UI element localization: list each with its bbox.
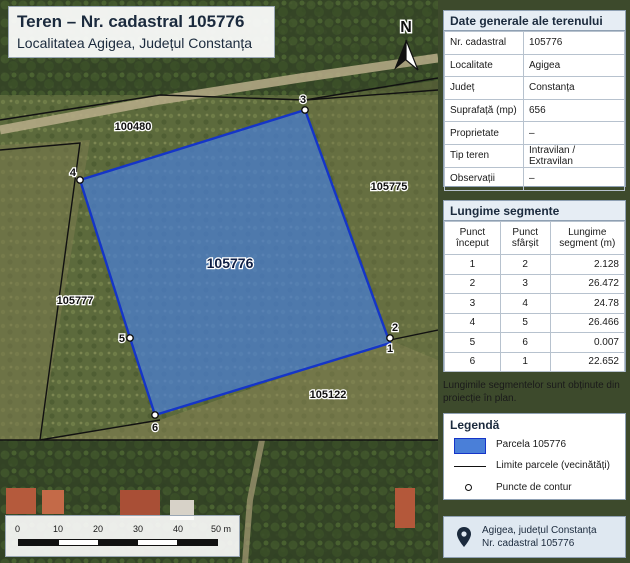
segment-cell: 22.652 (549, 351, 626, 372)
point-label: 1 (387, 343, 393, 355)
scale-bar: 0 10 20 30 40 50 m (5, 515, 240, 557)
neighbour-label: 105777 (57, 295, 94, 307)
location-line: Nr. cadastral 105776 (482, 538, 575, 549)
contour-point[interactable] (301, 106, 309, 114)
segment-cell: 24.78 (549, 293, 626, 314)
segments-heading: Lungime segmente (444, 201, 625, 221)
general-data-key: Județ (444, 76, 524, 100)
general-data-key: Nr. cadastral (444, 31, 524, 55)
legend-swatch-parcel (454, 438, 486, 454)
contour-point[interactable] (151, 411, 159, 419)
scale-tick: 30 (133, 524, 144, 534)
general-data-key: Localitate (444, 53, 524, 78)
contour-point[interactable] (386, 334, 394, 342)
segment-row: 2 3 26.472 (444, 273, 626, 294)
segment-cell: 6 (444, 351, 501, 372)
segment-cell: 2 (499, 254, 551, 275)
general-data-value: 656 (523, 98, 625, 123)
parcel-label: 105776 (207, 255, 254, 271)
segments-col-header: Lungime segment (m) (549, 221, 626, 255)
general-data-value: – (523, 121, 625, 145)
map-subtitle: Localitatea Agigea, Județul Constanța (17, 35, 253, 51)
segment-cell: 1 (444, 254, 501, 275)
segment-cell: 2.128 (549, 254, 626, 275)
segment-cell: 6 (499, 332, 551, 353)
general-data-panel: Date generale ale terenului Nr. cadastra… (443, 10, 626, 191)
general-data-key: Tip teren (444, 143, 524, 168)
segments-table: Punct început Punct sfârșit Lungime segm… (444, 221, 626, 372)
segment-row: 4 5 26.466 (444, 312, 626, 333)
location-pin-icon (457, 527, 471, 547)
segment-row: 1 2 2.128 (444, 254, 626, 275)
segment-row: 3 4 24.78 (444, 293, 626, 314)
neighbour-label: 105122 (310, 389, 347, 401)
neighbour-label: 105775 (371, 181, 408, 193)
general-data-key: Observații (444, 166, 524, 191)
general-data-row: Tip teren Intravilan / Extravilan (444, 143, 625, 168)
segment-cell: 3 (444, 293, 501, 314)
segment-row: 5 6 0.007 (444, 332, 626, 353)
general-data-row: Localitate Agigea (444, 53, 625, 78)
segment-cell: 4 (499, 293, 551, 314)
legend-label: Puncte de contur (496, 482, 572, 493)
segment-cell: 26.466 (549, 312, 626, 333)
location-footer: Agigea, județul Constanța Nr. cadastral … (443, 516, 626, 558)
general-data-value: 105776 (523, 31, 625, 55)
segment-cell: 3 (499, 273, 551, 294)
map-canvas[interactable]: 105776 100480 105775 105777 105122 1 2 3… (0, 0, 438, 563)
segment-cell: 5 (499, 312, 551, 333)
scale-tick: 0 (15, 524, 21, 534)
neighbour-label: 100480 (115, 121, 152, 133)
segments-col-header: Punct sfârșit (499, 221, 551, 255)
segment-cell: 5 (444, 332, 501, 353)
general-data-value: Constanța (523, 76, 625, 100)
segments-col-header: Punct început (444, 221, 501, 255)
segment-cell: 4 (444, 312, 501, 333)
point-label: 6 (152, 422, 158, 434)
legend-heading: Legendă (450, 418, 500, 432)
map-title: Teren – Nr. cadastral 105776 (17, 12, 245, 31)
point-label: 5 (119, 333, 125, 345)
map-title-box: Teren – Nr. cadastral 105776 Localitatea… (8, 6, 275, 58)
point-label: 3 (300, 94, 306, 106)
segment-cell: 26.472 (549, 273, 626, 294)
general-data-value: Agigea (523, 53, 625, 78)
general-data-key: Suprafață (mp) (444, 98, 524, 123)
general-data-key: Proprietate (444, 121, 524, 145)
scale-bar-track (18, 539, 218, 546)
general-data-row: Proprietate – (444, 121, 625, 145)
segment-cell: 0.007 (549, 332, 626, 353)
general-data-value: Intravilan / Extravilan (523, 143, 625, 168)
segment-row: 6 1 22.652 (444, 351, 626, 372)
contour-point[interactable] (126, 334, 134, 342)
segments-note: Lungimile segmentelor sunt obținute din … (443, 380, 620, 404)
legend-label: Parcela 105776 (496, 439, 567, 450)
contour-point[interactable] (76, 176, 84, 184)
legend-label: Limite parcele (vecinătăți) (496, 460, 610, 471)
general-data-heading: Date generale ale terenului (444, 11, 625, 31)
segment-cell: 2 (444, 273, 501, 294)
general-data-row: Județ Constanța (444, 76, 625, 100)
scale-tick: 50 m (211, 524, 232, 534)
legend-swatch-point (465, 484, 472, 491)
scale-tick: 10 (53, 524, 64, 534)
general-data-value: – (523, 166, 625, 191)
scale-tick: 40 (173, 524, 184, 534)
segment-cell: 1 (499, 351, 551, 372)
legend-panel: Legendă Parcela 105776 Limite parcele (v… (443, 413, 626, 500)
general-data-row: Observații – (444, 166, 625, 191)
legend-swatch-boundary (454, 466, 486, 467)
location-line: Agigea, județul Constanța (482, 525, 597, 536)
segments-panel: Lungime segmente Punct început Punct sfâ… (443, 200, 626, 372)
point-label: 4 (70, 167, 77, 179)
general-data-table: Nr. cadastral 105776 Localitate Agigea Județ… (444, 31, 625, 191)
scale-tick: 20 (93, 524, 104, 534)
point-label: 2 (392, 322, 398, 334)
general-data-row: Suprafață (mp) 656 (444, 98, 625, 123)
location-text: Agigea, județul Constanța Nr. cadastral … (482, 524, 597, 550)
north-label: N (400, 19, 412, 36)
general-data-row: Nr. cadastral 105776 (444, 31, 625, 55)
